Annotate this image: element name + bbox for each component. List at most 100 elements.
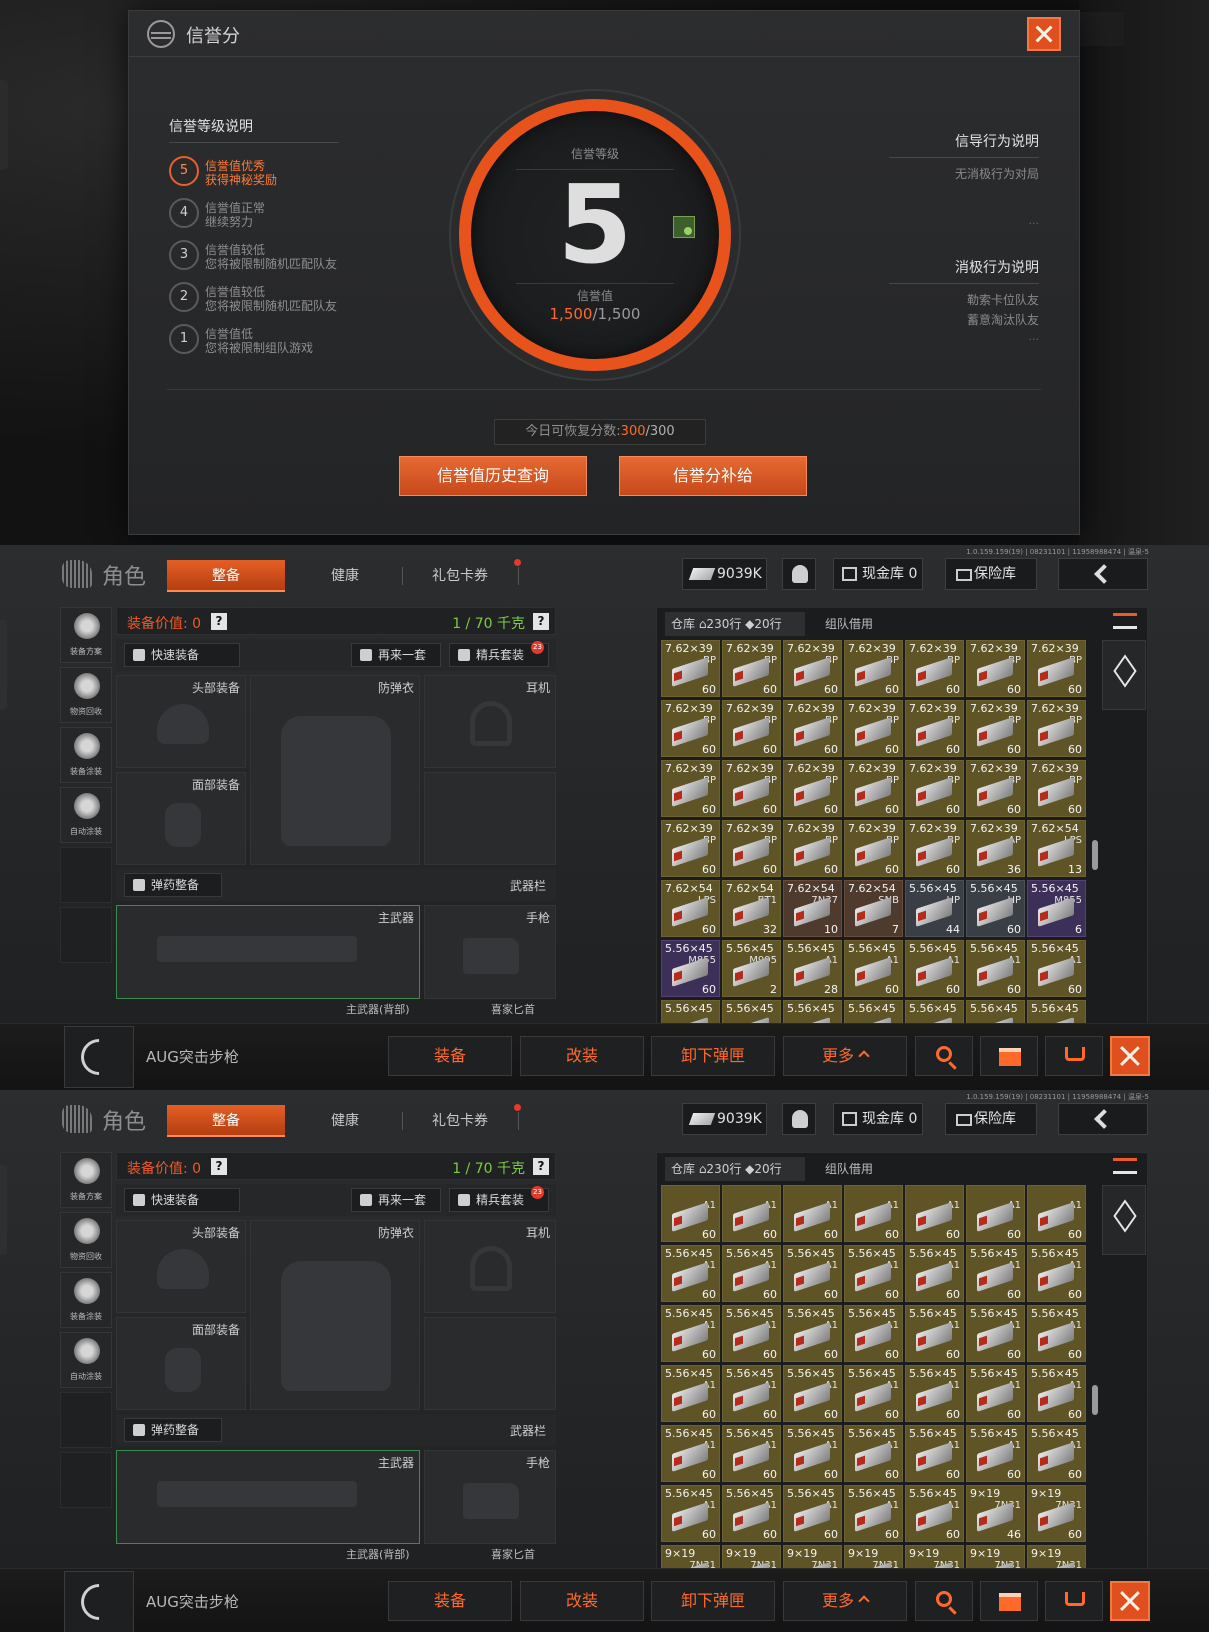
tab-warehouse[interactable]: 仓库 ⌂230行 ◆20行 — [665, 612, 805, 636]
ammo-cell[interactable]: A1 60 — [661, 1185, 720, 1242]
ammo-cell[interactable]: 5.56×45M85560 — [661, 940, 720, 997]
ammo-cell[interactable]: 5.56×45 A1 60 — [722, 1425, 781, 1482]
ammo-cell[interactable]: 7.62×39 BP 60 — [661, 640, 720, 697]
ammo-cell[interactable]: 5.56×45 A1 60 — [905, 1365, 964, 1422]
box-button[interactable] — [980, 1581, 1038, 1621]
stash-scrollbar[interactable] — [1092, 1385, 1098, 1415]
more-button[interactable]: 更多 — [783, 1036, 907, 1076]
tool-paint[interactable]: 装备涂装 — [60, 1272, 112, 1328]
ammo-cell[interactable]: 7.62×39 BP 60 — [1027, 760, 1086, 817]
head-slot[interactable]: 头部装备 — [116, 675, 246, 768]
unload-mag-button[interactable]: 卸下弹匣 — [651, 1036, 775, 1076]
armor-slot[interactable]: 防弹衣 — [250, 1220, 420, 1410]
ammo-cell[interactable]: A1 60 — [1027, 1185, 1086, 1242]
unload-mag-button[interactable]: 卸下弹匣 — [651, 1581, 775, 1621]
ammo-cell[interactable]: 7.62×39 BP 60 — [1027, 700, 1086, 757]
ammo-cell[interactable]: 5.56×45 A1 60 — [905, 1425, 964, 1482]
ammo-cell[interactable]: 5.56×45 A1 60 — [966, 940, 1025, 997]
ammo-cell[interactable]: 7.62×39 BP 60 — [783, 820, 842, 877]
ammo-prepare-button[interactable]: 弹药整备 — [124, 1418, 222, 1442]
ammo-cell[interactable]: 5.56×45 A1 60 — [844, 1425, 903, 1482]
ammo-cell[interactable]: 5.56×45 A1 60 — [722, 1485, 781, 1542]
help-icon[interactable]: ? — [211, 1158, 227, 1175]
ammo-cell[interactable]: 5.56×45 A1 60 — [661, 1425, 720, 1482]
history-button[interactable]: 信誉值历史查询 — [399, 456, 587, 496]
side-handle[interactable] — [0, 620, 7, 710]
tool-auto-paint[interactable]: 自动涂装 — [60, 1332, 112, 1388]
modify-button[interactable]: 改装 — [520, 1581, 644, 1621]
ammo-cell[interactable]: 5.56×45 A1 60 — [905, 1305, 964, 1362]
tab-team-borrow[interactable]: 组队借用 — [811, 1157, 901, 1181]
ammo-cell[interactable]: 5.56×45 A1 60 — [844, 1245, 903, 1302]
ammo-cell[interactable]: 5.56×45 A1 60 — [661, 1365, 720, 1422]
ammo-cell[interactable]: 7.62×39 BP 60 — [844, 760, 903, 817]
ammo-cell[interactable]: 5.56×45 A1 60 — [844, 1365, 903, 1422]
ammo-cell[interactable]: 7.62×39 BP 60 — [661, 760, 720, 817]
ammo-cell[interactable]: 7.62×39 AP 36 — [966, 820, 1025, 877]
tab-prepare[interactable]: 整备 — [167, 560, 285, 592]
ammo-cell[interactable]: 7.62×39 BP 60 — [966, 760, 1025, 817]
ammo-cell[interactable]: 7.62×39 BP 60 — [966, 700, 1025, 757]
ammo-cell[interactable]: 7.62×39 BP 60 — [1027, 640, 1086, 697]
weapon-thumb[interactable] — [64, 1026, 134, 1088]
ammo-cell[interactable]: 5.56×45 A1 60 — [1027, 1425, 1086, 1482]
tool-equip-plan[interactable]: 装备方案 — [60, 1152, 112, 1208]
ammo-cell[interactable]: A1 60 — [783, 1185, 842, 1242]
cart-button[interactable] — [1045, 1581, 1103, 1621]
close-button[interactable] — [1027, 17, 1061, 51]
ammo-cell[interactable]: 5.56×45 A1 60 — [783, 1485, 842, 1542]
side-handle[interactable] — [0, 1165, 7, 1255]
quick-equip-button[interactable]: 快速装备 — [124, 643, 240, 667]
ammo-cell[interactable]: 7.62×547N3710 — [783, 880, 842, 937]
main-weapon-slot[interactable]: 主武器 — [116, 905, 420, 999]
tool-recycle[interactable]: 物资回收 — [60, 1212, 112, 1268]
level-badge-icon[interactable] — [673, 216, 695, 238]
ammo-prepare-button[interactable]: 弹药整备 — [124, 873, 222, 897]
ammo-cell[interactable]: 5.56×45 A1 60 — [844, 940, 903, 997]
tool-auto-paint[interactable]: 自动涂装 — [60, 787, 112, 843]
pistol-slot[interactable]: 手枪 — [424, 905, 556, 999]
avatar-button[interactable] — [782, 558, 816, 590]
tool-paint[interactable]: 装备涂装 — [60, 727, 112, 783]
supply-button[interactable]: 信誉分补给 — [619, 456, 807, 496]
ammo-cell[interactable]: 7.62×39 BP 60 — [661, 700, 720, 757]
ammo-cell[interactable]: 7.62×39 BP 60 — [844, 640, 903, 697]
ammo-cell[interactable]: 5.56×45 A1 60 — [966, 1245, 1025, 1302]
ammo-cell[interactable]: 5.56×45 A1 60 — [661, 1485, 720, 1542]
tab-warehouse[interactable]: 仓库 ⌂230行 ◆20行 — [665, 1157, 805, 1181]
ammo-cell[interactable]: 7.62×39 BP 60 — [905, 760, 964, 817]
ammo-cell[interactable]: 7.62×39 BP 60 — [722, 760, 781, 817]
elite-set-button[interactable]: 精兵套装 23 — [449, 1186, 549, 1212]
modify-button[interactable]: 改装 — [520, 1036, 644, 1076]
ammo-cell[interactable]: 7.62×39 BP 60 — [783, 700, 842, 757]
weapon-thumb[interactable] — [64, 1571, 134, 1632]
ammo-cell[interactable]: 5.56×45 A1 60 — [722, 1245, 781, 1302]
ammo-cell[interactable]: A1 60 — [844, 1185, 903, 1242]
help-icon[interactable]: ? — [211, 613, 227, 630]
sort-icon[interactable] — [1113, 1158, 1137, 1174]
back-button[interactable] — [1058, 558, 1148, 590]
ammo-cell[interactable]: 9×197N3160 — [1027, 1485, 1086, 1542]
tab-team-borrow[interactable]: 组队借用 — [811, 612, 901, 636]
close-button[interactable] — [1110, 1036, 1150, 1076]
armor-slot[interactable]: 防弹衣 — [250, 675, 420, 865]
sort-icon[interactable] — [1113, 613, 1137, 629]
equip-button[interactable]: 装备 — [388, 1036, 512, 1076]
equip-button[interactable]: 装备 — [388, 1581, 512, 1621]
ammo-cell[interactable]: 7.62×39 BP 60 — [905, 820, 964, 877]
ear-slot[interactable]: 耳机 — [424, 675, 556, 768]
stash-layer-button[interactable] — [1102, 640, 1146, 710]
ammo-cell[interactable]: 5.56×45 A1 60 — [722, 1365, 781, 1422]
stash-layer-button[interactable] — [1102, 1185, 1146, 1255]
ammo-cell[interactable]: A1 60 — [905, 1185, 964, 1242]
more-button[interactable]: 更多 — [783, 1581, 907, 1621]
ammo-cell[interactable]: 7.62×39 BP 60 — [722, 640, 781, 697]
ammo-cell[interactable]: 7.62×39 BP 60 — [722, 820, 781, 877]
ammo-cell[interactable]: 5.56×45 A1 28 — [783, 940, 842, 997]
ammo-cell[interactable]: 7.62×39 BP 60 — [905, 640, 964, 697]
ammo-cell[interactable]: 5.56×45 A1 60 — [905, 1245, 964, 1302]
cash-vault-button[interactable]: 现金库 0 — [833, 558, 923, 590]
ammo-cell[interactable]: 5.56×45 A1 60 — [783, 1425, 842, 1482]
tool-equip-plan[interactable]: 装备方案 — [60, 607, 112, 663]
help-icon[interactable]: ? — [533, 613, 549, 630]
